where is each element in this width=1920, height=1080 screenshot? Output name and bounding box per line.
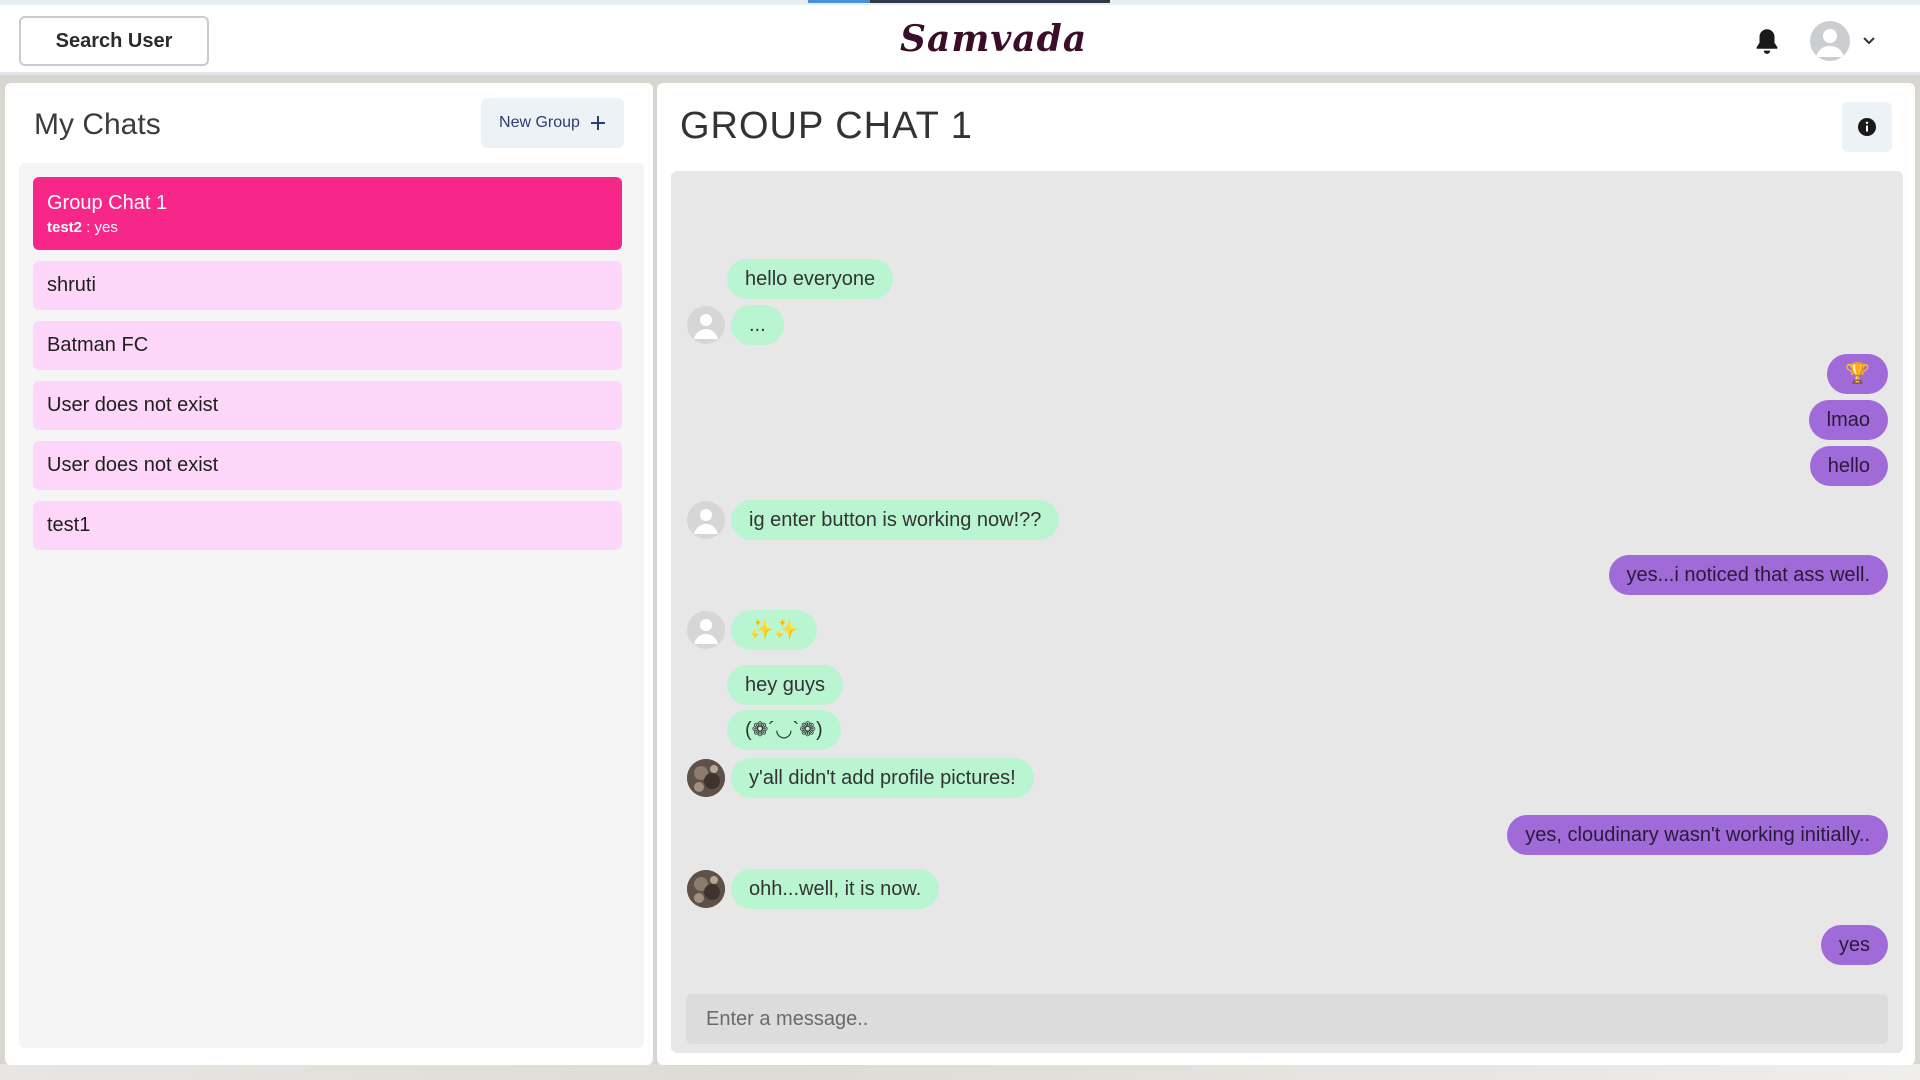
- profile-menu-button[interactable]: [1810, 19, 1890, 63]
- sender-avatar-icon[interactable]: [687, 306, 725, 344]
- chat-list-item[interactable]: User does not exist: [33, 381, 622, 430]
- sender-avatar-icon[interactable]: [687, 611, 725, 649]
- chat-list-item[interactable]: test1: [33, 501, 622, 550]
- latest-message-sender: test2: [47, 218, 83, 236]
- incoming-message: hello everyone: [727, 259, 894, 299]
- outgoing-message: hello: [1809, 446, 1888, 486]
- messages-area[interactable]: hello everyone... 🏆 lmao hello ig enter butt…: [671, 171, 1903, 1053]
- incoming-message: ✨✨: [731, 610, 817, 650]
- chat-list-item[interactable]: Batman FC: [33, 321, 622, 370]
- incoming-message: ohh...well, it is now.: [731, 869, 940, 909]
- chat-list-item[interactable]: Group Chat 1 test2 : yes: [33, 177, 622, 250]
- new-group-button[interactable]: New Group: [481, 98, 624, 148]
- chat-name: test1: [47, 514, 91, 536]
- chat-name: shruti: [47, 274, 96, 296]
- page-background: [0, 1064, 1920, 1080]
- outgoing-message: yes, cloudinary wasn't working initially…: [1507, 815, 1888, 855]
- chat-list-item[interactable]: shruti: [33, 261, 622, 310]
- incoming-message: ig enter button is working now!??: [731, 500, 1060, 540]
- tab-indicator: [808, 0, 870, 3]
- sender-avatar-icon[interactable]: [687, 501, 725, 539]
- my-chats-title: My Chats: [34, 108, 161, 141]
- app-logo: Samvada: [900, 18, 1088, 60]
- outgoing-message: lmao: [1808, 400, 1888, 440]
- latest-message-separator: :: [82, 218, 95, 236]
- chat-list: Group Chat 1 test2 : yes shruti Batman FC Us…: [19, 163, 644, 1048]
- incoming-message: (❁´◡`❁): [727, 710, 841, 750]
- chat-name: Batman FC: [47, 334, 149, 356]
- chevron-down-icon: [1863, 37, 1875, 45]
- new-group-label: New Group: [499, 114, 580, 131]
- chat-name: User does not exist: [47, 454, 219, 476]
- outgoing-message: 🏆: [1827, 354, 1888, 394]
- chat-title: GROUP CHAT 1: [680, 105, 973, 147]
- latest-message: test2 : yes: [47, 219, 608, 236]
- chat-list-item[interactable]: User does not exist: [33, 441, 622, 490]
- sender-profile-photo[interactable]: [687, 759, 725, 797]
- outgoing-message: yes...i noticed that ass well.: [1608, 555, 1888, 595]
- chat-panel: GROUP CHAT 1 hello everyone...🏆lmaohello…: [657, 83, 1915, 1065]
- bell-icon[interactable]: [1753, 27, 1781, 57]
- tab-indicator-dark: [870, 0, 1110, 3]
- search-user-button[interactable]: Search User: [19, 16, 209, 66]
- plus-icon: [590, 116, 605, 130]
- incoming-message: hey guys: [727, 665, 844, 705]
- user-avatar-icon: [1810, 21, 1850, 61]
- incoming-message: ...: [731, 305, 784, 345]
- app-header: Search User Samvada: [0, 5, 1920, 75]
- chat-info-button[interactable]: [1842, 102, 1892, 152]
- sender-profile-photo[interactable]: [687, 870, 725, 908]
- outgoing-message: yes: [1820, 925, 1888, 965]
- chat-name: Group Chat 1: [47, 191, 168, 214]
- incoming-message: y'all didn't add profile pictures!: [731, 758, 1034, 798]
- message-input[interactable]: [686, 994, 1888, 1044]
- chat-name: User does not exist: [47, 394, 219, 416]
- latest-message-text: yes: [94, 218, 118, 236]
- my-chats-panel: My Chats New Group Group Chat 1 test2 : y…: [5, 83, 653, 1065]
- info-icon: [1858, 118, 1876, 136]
